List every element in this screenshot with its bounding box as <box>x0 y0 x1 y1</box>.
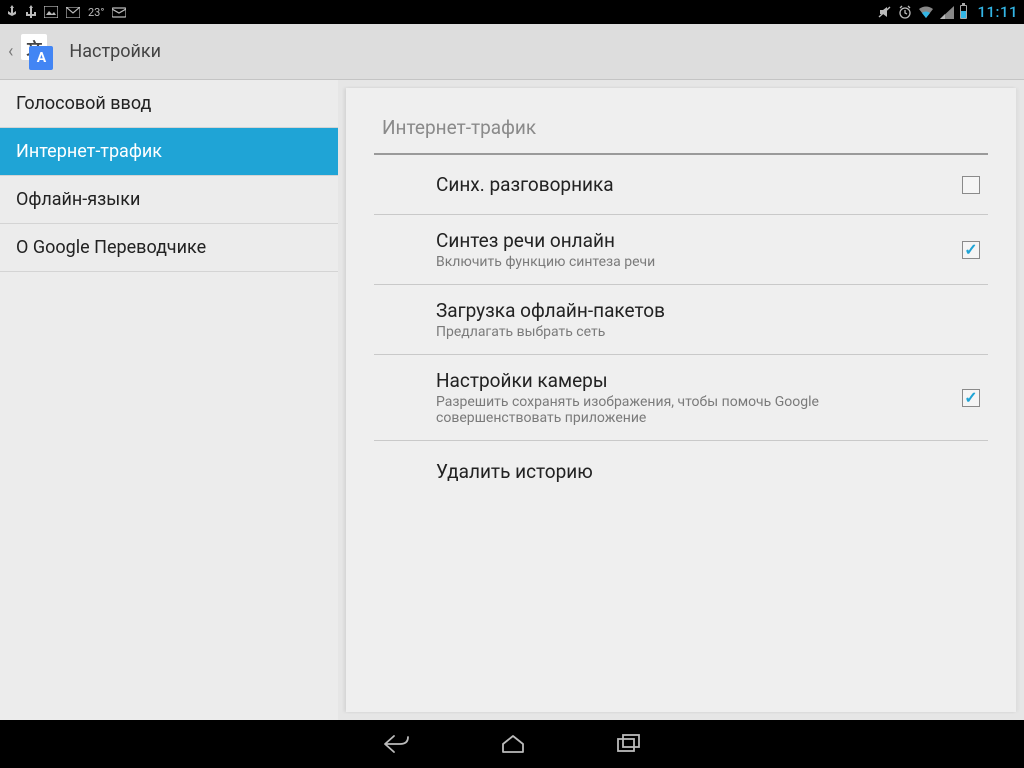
pref-title: Синх. разговорника <box>436 173 962 196</box>
section-header: Интернет-трафик <box>374 88 988 155</box>
mute-icon <box>878 5 892 19</box>
pref-subtitle: Включить функцию синтеза речи <box>436 254 876 270</box>
pref-title: Удалить историю <box>436 460 980 483</box>
usb-debug-icon <box>6 5 18 19</box>
status-left: 23° <box>6 5 126 19</box>
pref-sync-phrasebook[interactable]: Синх. разговорника <box>374 155 988 215</box>
checkbox-checked-icon[interactable]: ✓ <box>962 389 980 407</box>
alarm-icon <box>898 5 912 19</box>
sidebar-item-voice-input[interactable]: Голосовой ввод <box>0 80 338 128</box>
pref-title: Настройки камеры <box>436 369 962 392</box>
detail-panel-wrap: Интернет-трафик Синх. разговорника Синте… <box>338 80 1024 720</box>
sidebar-item-internet-traffic[interactable]: Интернет-трафик <box>0 128 338 176</box>
message-icon <box>112 7 126 18</box>
page-title: Настройки <box>69 41 161 62</box>
usb-icon <box>26 5 36 19</box>
pref-subtitle: Разрешить сохранять изображения, чтобы п… <box>436 394 876 426</box>
pref-clear-history[interactable]: Удалить историю <box>374 441 988 501</box>
back-icon[interactable]: ‹ <box>8 41 13 62</box>
status-bar: 23° 11:11 <box>0 0 1024 24</box>
action-bar: ‹ 文 A Настройки <box>0 24 1024 80</box>
sidebar-item-about[interactable]: О Google Переводчике <box>0 224 338 272</box>
clock: 11:11 <box>977 3 1018 21</box>
recent-nav-icon[interactable] <box>616 734 642 754</box>
pref-title: Загрузка офлайн-пакетов <box>436 299 980 322</box>
navigation-bar <box>0 720 1024 768</box>
pref-offline-download[interactable]: Загрузка офлайн-пакетов Предлагать выбра… <box>374 285 988 355</box>
sidebar-item-offline-languages[interactable]: Офлайн-языки <box>0 176 338 224</box>
checkbox-checked-icon[interactable]: ✓ <box>962 241 980 259</box>
content-body: Голосовой ввод Интернет-трафик Офлайн-яз… <box>0 80 1024 720</box>
home-nav-icon[interactable] <box>500 733 526 755</box>
pref-online-tts[interactable]: Синтез речи онлайн Включить функцию синт… <box>374 215 988 285</box>
wifi-icon <box>918 6 934 19</box>
temperature-indicator: 23° <box>88 6 104 19</box>
cell-signal-icon <box>940 6 954 19</box>
status-right: 11:11 <box>878 3 1018 21</box>
settings-sidebar: Голосовой ввод Интернет-трафик Офлайн-яз… <box>0 80 338 720</box>
screen: 23° 11:11 ‹ 文 <box>0 0 1024 768</box>
battery-icon <box>960 5 967 19</box>
pref-title: Синтез речи онлайн <box>436 229 962 252</box>
detail-panel: Интернет-трафик Синх. разговорника Синте… <box>346 88 1016 712</box>
gmail-icon <box>66 7 80 18</box>
checkbox-icon[interactable] <box>962 176 980 194</box>
back-nav-icon[interactable] <box>382 733 410 755</box>
pref-camera-settings[interactable]: Настройки камеры Разрешить сохранять изо… <box>374 355 988 441</box>
image-icon <box>44 6 58 18</box>
translate-app-icon[interactable]: 文 A <box>15 32 55 72</box>
pref-subtitle: Предлагать выбрать сеть <box>436 324 876 340</box>
